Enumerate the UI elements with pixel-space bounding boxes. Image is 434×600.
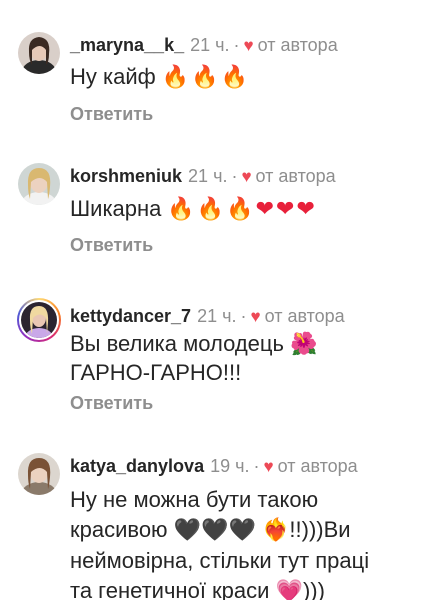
fire-emoji-icon: 🔥🔥🔥 <box>161 64 250 89</box>
comment-text: Ну кайф 🔥🔥🔥 <box>70 63 420 91</box>
avatar[interactable] <box>18 163 60 205</box>
comment-item: korshmeniuk 21 ч. · ♥ от автора Шикарна 🔥🔥🔥❤❤… <box>0 150 434 290</box>
username[interactable]: kettydancer_7 <box>70 306 191 326</box>
heart-on-fire-emoji-icon: ❤️‍🔥 <box>262 518 290 543</box>
comment-body-line2-end: !!)))Ви <box>289 517 351 542</box>
black-heart-emojis-icon: 🖤🖤🖤 <box>173 518 256 543</box>
separator: · <box>231 166 238 186</box>
separator: · <box>233 35 240 55</box>
liked-by-author-label: от автора <box>255 166 336 186</box>
avatar-story-ring[interactable] <box>17 298 61 342</box>
comment-text: Ну не можна бути такою красивою 🖤🖤🖤 ❤️‍🔥… <box>70 485 420 600</box>
comment-text: Шикарна 🔥🔥🔥❤❤❤ <box>70 195 420 223</box>
liked-by-author-label: от автора <box>277 456 358 476</box>
comment-item: _maryna__k_ 21 ч. · ♥ от автора Ну кайф 🔥🔥🔥 О… <box>0 0 434 150</box>
comment-item: kettydancer_7 21 ч. · ♥ от автора Вы велика … <box>0 290 434 440</box>
reply-button[interactable]: Ответить <box>70 104 153 125</box>
comment-body-line4: та генетичної краси <box>70 578 270 600</box>
comment-body-line1: Ну не можна бути такою <box>70 487 319 512</box>
comment-meta: kettydancer_7 21 ч. · ♥ от автора <box>70 305 345 328</box>
heart-icon: ♥ <box>250 307 261 326</box>
comment-body-line3: неймовірна, стільки тут праці <box>70 548 370 573</box>
reply-button[interactable]: Ответить <box>70 235 153 256</box>
comment-meta: korshmeniuk 21 ч. · ♥ от автора <box>70 165 336 188</box>
separator: · <box>240 306 247 326</box>
timestamp: 19 ч. <box>210 456 250 476</box>
heart-icon: ♥ <box>263 457 274 476</box>
avatar[interactable] <box>18 453 60 495</box>
comment-text: Вы велика молодець 🌺 ГАРНО-ГАРНО!!! <box>70 330 420 387</box>
heart-icon: ♥ <box>243 36 254 55</box>
hibiscus-emoji-icon: 🌺 <box>290 332 318 357</box>
pink-heart-emoji-icon: 💗 <box>275 579 303 600</box>
comment-body-line2: ГАРНО-ГАРНО!!! <box>70 360 242 385</box>
username[interactable]: katya_danylova <box>70 456 204 476</box>
comments-list: _maryna__k_ 21 ч. · ♥ от автора Ну кайф 🔥🔥🔥 О… <box>0 0 434 600</box>
comment-body-line1: Вы велика молодець <box>70 331 284 356</box>
comment-body: Шикарна <box>70 196 162 221</box>
heart-icon: ♥ <box>241 167 252 186</box>
timestamp: 21 ч. <box>197 306 237 326</box>
fire-and-heart-emojis-icon: 🔥🔥🔥❤❤❤ <box>167 196 317 221</box>
timestamp: 21 ч. <box>190 35 230 55</box>
comment-meta: katya_danylova 19 ч. · ♥ от автора <box>70 455 358 478</box>
username[interactable]: korshmeniuk <box>70 166 182 186</box>
avatar[interactable] <box>18 32 60 74</box>
reply-button[interactable]: Ответить <box>70 393 153 414</box>
comment-body-line2: красивою <box>70 517 168 542</box>
comment-body-line4-end: ))) <box>302 578 325 600</box>
timestamp: 21 ч. <box>188 166 228 186</box>
liked-by-author-label: от автора <box>264 306 345 326</box>
username[interactable]: _maryna__k_ <box>70 35 184 55</box>
comment-meta: _maryna__k_ 21 ч. · ♥ от автора <box>70 34 338 57</box>
comment-item: katya_danylova 19 ч. · ♥ от автора Ну не мож… <box>0 440 434 600</box>
separator: · <box>253 456 260 476</box>
comment-body: Ну кайф <box>70 64 156 89</box>
liked-by-author-label: от автора <box>257 35 338 55</box>
